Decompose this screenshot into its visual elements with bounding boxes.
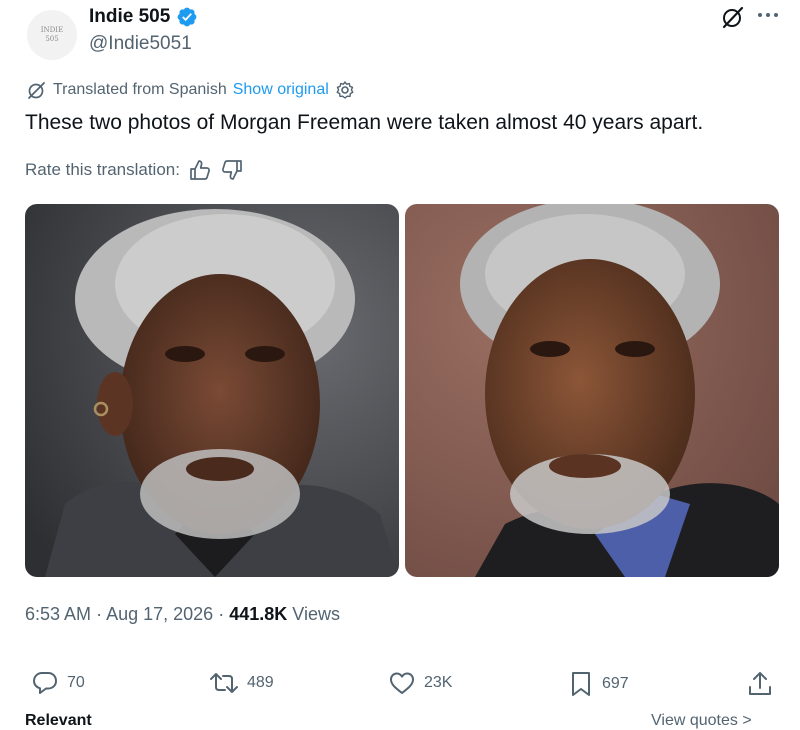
grok-icon[interactable]: [718, 4, 746, 32]
avatar[interactable]: INDIE 505: [27, 10, 77, 60]
bookmark-count: 697: [602, 675, 629, 692]
author-name-row[interactable]: Indie 505: [89, 6, 198, 28]
bookmark-icon: [572, 672, 590, 696]
like-button[interactable]: 23K: [388, 670, 452, 696]
author-handle[interactable]: @Indie5051: [89, 33, 192, 55]
repost-button[interactable]: 489: [209, 670, 274, 696]
bookmark-button[interactable]: 697: [568, 670, 629, 698]
reply-icon: [33, 672, 57, 694]
views-count: 441.8K: [229, 604, 288, 624]
meta-separator-1: ·: [96, 604, 107, 624]
translation-label: Translated from Spanish: [53, 81, 227, 98]
thumbs-up-icon[interactable]: [188, 159, 212, 181]
reply-count: 70: [67, 674, 85, 691]
tweet-date[interactable]: Aug 17, 2026: [106, 604, 213, 624]
share-icon: [749, 672, 771, 695]
show-original-link[interactable]: Show original: [233, 81, 329, 99]
replies-sort-label[interactable]: Relevant: [25, 712, 92, 730]
settings-icon[interactable]: [335, 80, 355, 100]
share-button[interactable]: [747, 670, 773, 698]
like-icon: [390, 672, 414, 694]
meta-separator-2: ·: [218, 604, 230, 624]
more-icon[interactable]: [755, 2, 781, 28]
verified-badge-icon: [177, 7, 197, 27]
repost-count: 489: [247, 674, 274, 691]
tweet-photo-2[interactable]: [405, 204, 779, 577]
rate-translation-row: Rate this translation:: [25, 159, 244, 181]
thumbs-down-icon[interactable]: [220, 159, 244, 181]
like-count: 23K: [424, 674, 453, 691]
views-label: Views: [292, 604, 340, 624]
avatar-text-top: INDIE: [40, 26, 64, 34]
tweet-time[interactable]: 6:53 AM: [25, 604, 91, 624]
view-quotes-link[interactable]: View quotes >: [651, 712, 752, 730]
avatar-text-bottom: 505: [45, 35, 59, 43]
reply-button[interactable]: 70: [31, 670, 85, 696]
repost-icon: [210, 673, 238, 693]
translate-icon: [28, 82, 45, 99]
rate-label: Rate this translation:: [25, 160, 180, 179]
translation-row: Translated from Spanish Show original: [25, 79, 355, 101]
tweet-meta: 6:53 AM · Aug 17, 2026 · 441.8K Views: [25, 604, 340, 625]
tweet-photo-1[interactable]: [25, 204, 399, 577]
tweet-text: These two photos of Morgan Freeman were …: [25, 111, 704, 134]
display-name[interactable]: Indie 505: [89, 6, 170, 28]
